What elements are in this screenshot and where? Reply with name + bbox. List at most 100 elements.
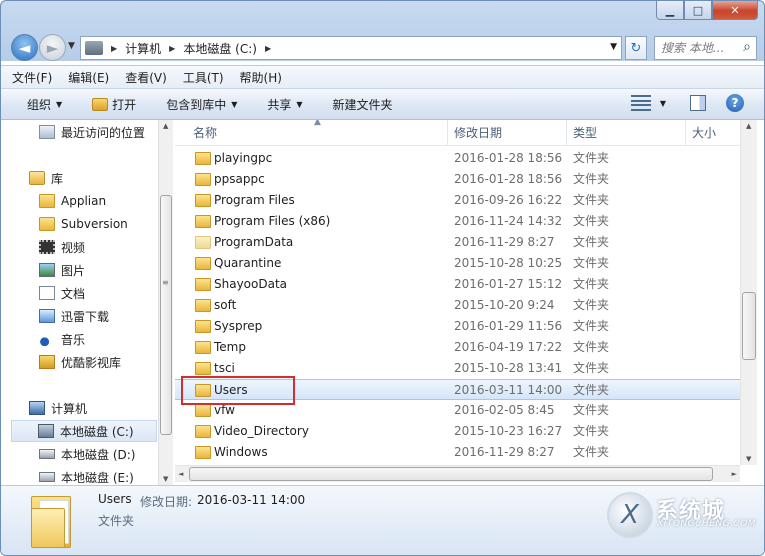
nav-item-drive-e[interactable]: 本地磁盘 (E:) <box>39 466 134 485</box>
menu-help[interactable]: 帮助(H) <box>240 69 282 86</box>
file-type: 文件夹 <box>573 151 610 165</box>
file-row[interactable]: Program Files 2016-09-26 16:22 文件夹 <box>175 190 740 211</box>
file-row[interactable]: ppsappc 2016-01-28 18:56 文件夹 <box>175 169 740 190</box>
scroll-down-icon[interactable]: ▼ <box>163 475 168 483</box>
breadcrumb-computer[interactable]: 计算机 <box>125 40 161 57</box>
file-modified-date: 2016-01-29 11:56 <box>454 319 563 333</box>
folder-icon <box>195 152 211 165</box>
file-row[interactable]: playingpc 2016-01-28 18:56 文件夹 <box>175 148 740 169</box>
menu-edit[interactable]: 编辑(E) <box>68 69 109 86</box>
file-type: 文件夹 <box>573 298 610 312</box>
chevron-right-icon[interactable]: ▶ <box>169 44 175 53</box>
column-header-size[interactable]: 大小 <box>686 120 740 146</box>
folder-icon <box>195 173 211 186</box>
menu-view[interactable]: 查看(V) <box>125 69 167 86</box>
file-name: Video_Directory <box>214 424 309 438</box>
search-icon[interactable]: ⌕ <box>743 39 751 55</box>
search-box[interactable]: ⌕ <box>654 36 757 60</box>
maximize-button[interactable]: □ <box>684 1 712 20</box>
open-button[interactable]: 打开 <box>92 96 136 113</box>
folder-icon <box>195 425 211 438</box>
file-row[interactable]: Sysprep 2016-01-29 11:56 文件夹 <box>175 316 740 337</box>
nav-item-recent-places[interactable]: 最近访问的位置 <box>39 121 145 143</box>
menu-tools[interactable]: 工具(T) <box>183 69 224 86</box>
nav-item-pictures[interactable]: 图片 <box>39 259 85 281</box>
column-header-name[interactable]: 名称 <box>187 120 448 146</box>
folder-icon <box>195 404 211 417</box>
file-row[interactable]: Temp 2016-04-19 17:22 文件夹 <box>175 337 740 358</box>
organize-button[interactable]: 组织 ▼ <box>27 96 62 113</box>
nav-item-subversion[interactable]: Subversion <box>39 213 128 235</box>
forward-arrow-icon: ► <box>46 38 59 57</box>
file-row[interactable]: soft 2015-10-20 9:24 文件夹 <box>175 295 740 316</box>
recent-places-icon <box>39 125 55 139</box>
file-type: 文件夹 <box>573 214 610 228</box>
back-arrow-icon: ◄ <box>18 38 31 57</box>
picture-library-icon <box>39 263 55 277</box>
include-in-library-button[interactable]: 包含到库中 ▼ <box>166 96 237 113</box>
nav-item-drive-d[interactable]: 本地磁盘 (D:) <box>39 443 135 465</box>
folder-icon <box>195 257 211 270</box>
scrollbar-thumb[interactable] <box>160 195 172 435</box>
scroll-up-icon[interactable]: ▲ <box>746 122 751 130</box>
scroll-down-icon[interactable]: ▼ <box>746 455 751 463</box>
file-list-vertical-scrollbar[interactable]: ▲ ▼ <box>740 120 757 465</box>
preview-pane-icon[interactable] <box>690 95 706 111</box>
file-row[interactable]: Windows 2016-11-29 8:27 文件夹 <box>175 442 740 463</box>
folder-icon <box>195 341 211 354</box>
nav-item-computer[interactable]: 计算机 <box>29 397 87 419</box>
column-header-date[interactable]: 修改日期 <box>448 120 567 146</box>
navigation-pane-scrollbar[interactable]: ▲ ≡ ▼ <box>158 120 173 485</box>
nav-item-youku-library[interactable]: 优酷影视库 <box>39 351 121 373</box>
breadcrumb-local-disk-c[interactable]: 本地磁盘 (C:) <box>183 40 257 57</box>
media-library-icon <box>39 355 55 369</box>
close-button[interactable]: ✕ <box>712 1 758 20</box>
help-icon[interactable]: ? <box>726 94 744 112</box>
file-row[interactable]: ProgramData 2016-11-29 8:27 文件夹 <box>175 232 740 253</box>
computer-icon <box>29 401 45 415</box>
new-folder-button[interactable]: 新建文件夹 <box>333 96 393 113</box>
minimize-button[interactable]: ▁ <box>656 1 684 20</box>
menu-file[interactable]: 文件(F) <box>12 69 52 86</box>
scrollbar-thumb[interactable] <box>742 292 756 360</box>
chevron-right-icon[interactable]: ▶ <box>111 44 117 53</box>
address-dropdown-icon[interactable]: ▼ <box>610 42 617 52</box>
file-name: Sysprep <box>214 319 263 333</box>
watermark-logo-icon: X <box>607 492 653 538</box>
large-folder-icon <box>31 490 73 548</box>
scrollbar-thumb[interactable] <box>189 467 713 481</box>
file-row[interactable]: ShayooData 2016-01-27 15:12 文件夹 <box>175 274 740 295</box>
file-list-horizontal-scrollbar[interactable]: ◄ ► <box>175 465 740 482</box>
share-button[interactable]: 共享 ▼ <box>267 96 302 113</box>
chevron-down-icon[interactable]: ▼ <box>660 99 666 108</box>
back-button[interactable]: ◄ <box>11 34 38 61</box>
forward-button[interactable]: ► <box>39 34 66 61</box>
nav-item-libraries[interactable]: 库 <box>29 167 63 189</box>
folder-icon <box>195 215 211 228</box>
file-modified-date: 2016-11-24 14:32 <box>454 214 563 228</box>
nav-item-music[interactable]: 音乐 <box>39 328 85 350</box>
scroll-left-icon[interactable]: ◄ <box>178 470 183 478</box>
refresh-button[interactable]: ↻ <box>625 36 647 60</box>
chevron-right-icon[interactable]: ▶ <box>265 44 271 53</box>
file-row[interactable]: Video_Directory 2015-10-23 16:27 文件夹 <box>175 421 740 442</box>
nav-item-label: Applian <box>61 194 107 208</box>
nav-item-xunlei-downloads[interactable]: 迅雷下载 <box>39 305 109 327</box>
address-bar[interactable]: ▶ 计算机 ▶ 本地磁盘 (C:) ▶ ▼ <box>80 36 622 60</box>
column-header-type[interactable]: 类型 <box>567 120 686 146</box>
nav-item-documents[interactable]: 文档 <box>39 282 85 304</box>
file-type: 文件夹 <box>573 340 610 354</box>
view-details-icon[interactable] <box>630 95 651 111</box>
scroll-right-icon[interactable]: ► <box>732 470 737 478</box>
file-row[interactable]: Program Files (x86) 2016-11-24 14:32 文件夹 <box>175 211 740 232</box>
library-icon <box>29 171 45 185</box>
scroll-up-icon[interactable]: ▲ <box>163 122 168 130</box>
navigation-pane: 最近访问的位置 库 Applian Subversion 视频 图片 文档 迅雷… <box>9 120 157 485</box>
recent-pages-dropdown[interactable]: ▼ <box>68 41 75 51</box>
file-row[interactable]: Quarantine 2015-10-28 10:25 文件夹 <box>175 253 740 274</box>
file-modified-date: 2015-10-28 13:41 <box>454 361 563 375</box>
nav-item-applian[interactable]: Applian <box>39 190 106 212</box>
search-input[interactable] <box>661 41 741 55</box>
nav-item-drive-c[interactable]: 本地磁盘 (C:) <box>11 420 157 442</box>
nav-item-videos[interactable]: 视频 <box>39 236 85 258</box>
